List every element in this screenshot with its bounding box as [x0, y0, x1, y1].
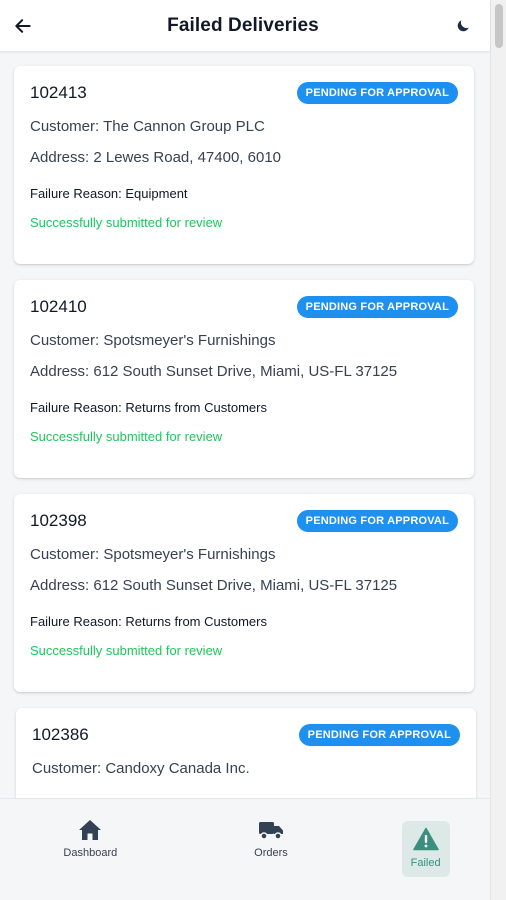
submitted-status: Successfully submitted for review	[30, 643, 223, 658]
address: Address: 2 Lewes Road, 47400, 6010	[30, 149, 282, 166]
app-header: Failed Deliveries	[0, 0, 490, 52]
failed-deliveries-list[interactable]: 102413 PENDING FOR APPROVAL Customer: Th…	[0, 52, 490, 798]
nav-dashboard[interactable]: Dashboard	[40, 819, 140, 859]
order-card[interactable]: 102413 PENDING FOR APPROVAL Customer: Th…	[14, 66, 474, 264]
address: Address: 612 South Sunset Drive, Miami, …	[30, 363, 398, 380]
failure-reason: Failure Reason: Returns from Customers	[30, 400, 267, 415]
order-card[interactable]: 102410 PENDING FOR APPROVAL Customer: Sp…	[14, 280, 474, 478]
order-card[interactable]: 102398 PENDING FOR APPROVAL Customer: Sp…	[14, 494, 474, 692]
page-title: Failed Deliveries	[167, 14, 319, 36]
home-icon	[79, 820, 102, 840]
nav-failed[interactable]: Failed	[401, 821, 450, 877]
nav-orders[interactable]: Orders	[221, 819, 321, 859]
order-id: 102413	[30, 83, 87, 102]
nav-failed-label: Failed	[410, 857, 441, 869]
warning-icon	[412, 827, 439, 851]
customer-name: Customer: The Cannon Group PLC	[30, 118, 265, 135]
failure-reason: Failure Reason: Returns from Customers	[30, 614, 267, 629]
truck-icon	[258, 822, 283, 840]
status-badge: PENDING FOR APPROVAL	[298, 724, 460, 746]
submitted-status: Successfully submitted for review	[30, 215, 223, 230]
status-badge: PENDING FOR APPROVAL	[296, 510, 458, 532]
moon-icon	[457, 19, 469, 31]
nav-dashboard-label: Dashboard	[63, 847, 118, 859]
order-card[interactable]: 102386 PENDING FOR APPROVAL Customer: Ca…	[16, 708, 476, 798]
customer-name: Customer: Spotsmeyer's Furnishings	[30, 546, 276, 563]
status-badge: PENDING FOR APPROVAL	[296, 82, 458, 104]
submitted-status: Successfully submitted for review	[30, 429, 223, 444]
bottom-navigation: Dashboard Orders Failed	[0, 798, 490, 900]
status-badge: PENDING FOR APPROVAL	[296, 296, 458, 318]
customer-name: Customer: Spotsmeyer's Furnishings	[30, 332, 276, 349]
scrollbar-thumb[interactable]	[495, 4, 503, 48]
failure-reason: Failure Reason: Equipment	[30, 186, 188, 201]
nav-orders-label: Orders	[254, 847, 288, 859]
back-button[interactable]	[10, 13, 36, 39]
arrow-left-icon	[15, 18, 31, 33]
order-id: 102398	[30, 511, 87, 530]
address: Address: 612 South Sunset Drive, Miami, …	[30, 577, 398, 594]
order-id: 102410	[30, 297, 87, 316]
customer-name: Customer: Candoxy Canada Inc.	[32, 760, 250, 777]
theme-toggle-button[interactable]	[450, 13, 476, 39]
page-scrollbar[interactable]	[490, 0, 506, 900]
order-id: 102386	[32, 725, 89, 744]
app-root: Failed Deliveries 102413 PENDING FOR APP…	[0, 0, 490, 900]
